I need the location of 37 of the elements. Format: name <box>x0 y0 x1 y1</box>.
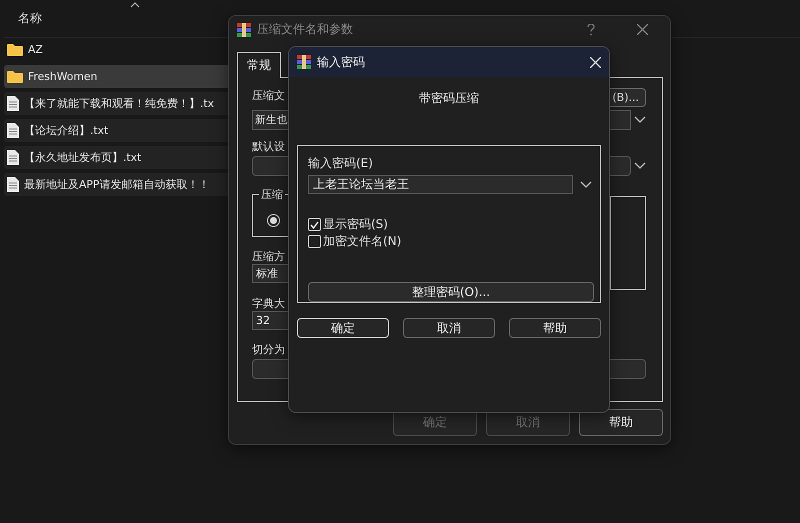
archive-app-icon <box>237 22 251 36</box>
dialog-heading: 带密码压缩 <box>419 90 479 107</box>
password-field[interactable]: 上老王论坛当老王 <box>308 175 573 194</box>
sort-ascending-icon <box>130 2 140 8</box>
document-icon <box>7 96 19 111</box>
help-icon[interactable] <box>587 24 595 36</box>
field-label: 压缩方 <box>252 249 285 264</box>
group-label: 压缩 <box>259 187 285 202</box>
checkbox-label[interactable]: 加密文件名(N) <box>323 233 402 250</box>
checkbox[interactable] <box>308 218 321 231</box>
chevron-down-icon[interactable] <box>634 162 646 170</box>
window-title: 压缩文件名和参数 <box>257 21 354 38</box>
archive-app-icon <box>297 55 311 69</box>
tab[interactable]: 常规 <box>237 52 281 78</box>
dialog-button[interactable]: 帮助 <box>579 409 663 436</box>
chevron-down-icon[interactable] <box>634 116 646 124</box>
checkbox-label[interactable]: 显示密码(S) <box>323 216 388 233</box>
field-label: 输入密码(E) <box>308 155 373 172</box>
document-icon <box>7 123 19 138</box>
dialog-button[interactable]: 帮助 <box>509 318 601 338</box>
field-label: 字典大 <box>252 296 285 311</box>
radio-button[interactable] <box>267 214 280 227</box>
folder-icon <box>7 43 23 56</box>
document-icon <box>7 150 19 165</box>
close-icon[interactable] <box>637 24 648 35</box>
folder-icon <box>7 70 23 83</box>
column-header[interactable]: 名称 <box>18 10 42 27</box>
checkbox[interactable] <box>308 235 321 248</box>
field-label: 压缩文 <box>252 88 285 103</box>
dialog-button[interactable]: 取消 <box>403 318 495 338</box>
organize-passwords-button[interactable]: 整理密码(O)... <box>308 282 594 302</box>
chevron-down-icon[interactable] <box>580 180 592 188</box>
dialog-button[interactable]: 确定 <box>297 318 389 338</box>
window-title: 输入密码 <box>317 54 366 70</box>
document-icon <box>7 177 19 192</box>
field-label: 默认设 <box>252 139 285 154</box>
field-label: 切分为 <box>252 342 285 357</box>
